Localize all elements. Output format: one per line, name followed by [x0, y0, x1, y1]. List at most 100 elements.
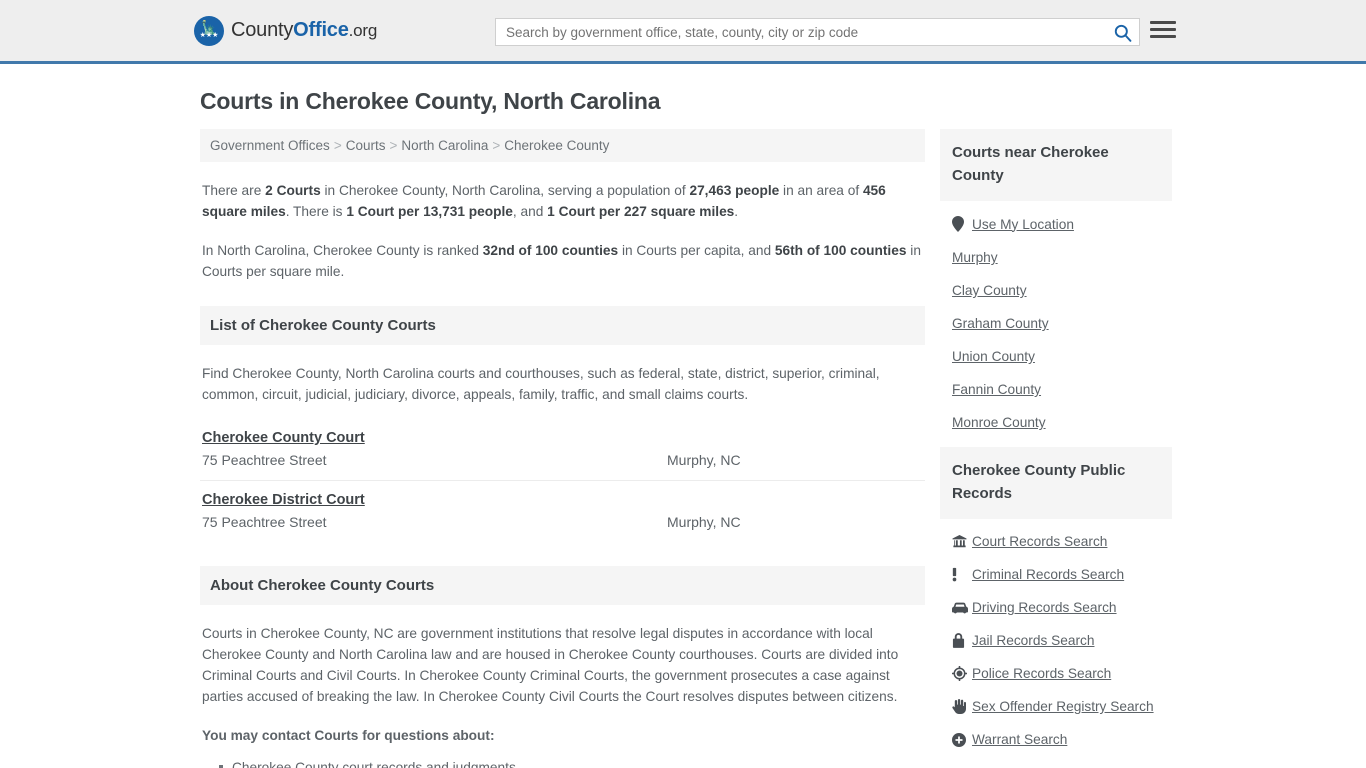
about-paragraph: Courts in Cherokee County, NC are govern… — [202, 626, 899, 704]
intro-paragraph-1: There are 2 Courts in Cherokee County, N… — [202, 180, 923, 222]
exclamation-icon — [952, 567, 972, 582]
contact-item-list: Cherokee County court records and judgme… — [202, 756, 923, 768]
public-record-link[interactable]: Police Records Search — [972, 666, 1111, 681]
public-record-row[interactable]: Court Records Search — [952, 525, 1160, 558]
court-address: 75 Peachtree Street — [202, 514, 327, 530]
main-column: Government Offices > Courts > North Carolina… — [200, 129, 925, 768]
public-record-row[interactable]: Criminal Records Search — [952, 558, 1160, 591]
public-record-link[interactable]: Driving Records Search — [972, 600, 1117, 615]
breadcrumb-item-0[interactable]: Government Offices — [210, 138, 330, 153]
nearby-court-row[interactable]: Murphy — [952, 241, 1160, 274]
hamburger-bar — [1150, 35, 1176, 38]
body-text: in an area of — [779, 183, 863, 198]
nearby-court-row[interactable]: Clay County — [952, 274, 1160, 307]
nearby-court-row[interactable]: Graham County — [952, 307, 1160, 340]
public-record-link[interactable]: Criminal Records Search — [972, 567, 1124, 582]
court-name-link[interactable]: Cherokee County Court — [202, 430, 365, 446]
nearby-court-row[interactable]: Monroe County — [952, 406, 1160, 439]
emphasis-text: 27,463 people — [689, 183, 780, 198]
crosshair-badge-icon — [952, 666, 972, 681]
logo-wordmark: CountyOffice.org — [231, 19, 377, 42]
map-pin-icon — [952, 216, 972, 232]
hamburger-menu-icon[interactable] — [1150, 21, 1176, 38]
list-section-description: Find Cherokee County, North Carolina cou… — [202, 366, 880, 402]
nearby-court-row[interactable]: Fannin County — [952, 373, 1160, 406]
body-text: . There is — [285, 204, 347, 219]
bank-building-icon — [952, 534, 972, 549]
breadcrumb-item-2[interactable]: North Carolina — [401, 138, 488, 153]
nearby-court-row[interactable]: Union County — [952, 340, 1160, 373]
nearby-courts-card: Courts near Cherokee County Use My Locat… — [940, 129, 1172, 439]
emphasis-text: 32nd of 100 counties — [482, 243, 619, 258]
intro-block: There are 2 Courts in Cherokee County, N… — [200, 180, 925, 282]
body-text: In North Carolina, Cherokee County is ra… — [202, 243, 483, 258]
nearby-court-row[interactable]: Use My Location — [952, 207, 1160, 241]
court-name-link[interactable]: Cherokee District Court — [202, 492, 365, 508]
hand-icon — [952, 699, 972, 714]
page-title: Courts in Cherokee County, North Carolin… — [200, 88, 661, 114]
court-row: Cherokee County Court 75 Peachtree Street… — [200, 419, 925, 481]
public-records-links: Court Records Search Criminal Records Sea… — [940, 519, 1172, 756]
nearby-court-link[interactable]: Murphy — [952, 250, 998, 265]
contact-list-item: Cherokee County court records and judgme… — [219, 756, 923, 768]
about-section-heading: About Cherokee County Courts — [200, 566, 925, 605]
court-list: Cherokee County Court 75 Peachtree Street… — [200, 419, 925, 542]
nearby-court-link[interactable]: Use My Location — [972, 217, 1074, 232]
nearby-courts-heading: Courts near Cherokee County — [940, 129, 1172, 201]
contact-heading: You may contact Courts for questions abo… — [202, 728, 495, 743]
content-area: Government Offices > Courts > North Carolina… — [200, 129, 1172, 768]
court-meta: 75 Peachtree Street Murphy, NC — [202, 452, 923, 468]
public-record-row[interactable]: Warrant Search — [952, 723, 1160, 756]
nearby-court-link[interactable]: Clay County — [952, 283, 1027, 298]
logo-text-office: Office — [293, 19, 349, 41]
public-record-link[interactable]: Jail Records Search — [972, 633, 1094, 648]
nearby-court-link[interactable]: Graham County — [952, 316, 1049, 331]
site-logo[interactable]: 🗽 ★★★ CountyOffice.org — [194, 15, 377, 46]
about-section-body: Courts in Cherokee County, NC are govern… — [200, 623, 925, 768]
court-meta: 75 Peachtree Street Murphy, NC — [202, 514, 923, 530]
public-record-row[interactable]: Jail Records Search — [952, 624, 1160, 657]
logo-text-county: County — [231, 19, 294, 41]
public-records-heading: Cherokee County Public Records — [940, 447, 1172, 519]
hamburger-bar — [1150, 21, 1176, 24]
court-city-state: Murphy, NC — [667, 514, 741, 530]
body-text: , and — [512, 204, 548, 219]
search-icon — [1114, 24, 1131, 42]
court-city-state: Murphy, NC — [667, 452, 741, 468]
search-button[interactable] — [1105, 19, 1139, 45]
body-text: in Courts per capita, and — [618, 243, 775, 258]
intro-paragraph-2: In North Carolina, Cherokee County is ra… — [202, 240, 923, 282]
eagle-seal-icon: 🗽 ★★★ — [194, 15, 224, 46]
lock-icon — [952, 633, 972, 648]
breadcrumb-separator: > — [333, 138, 342, 153]
emphasis-text: 1 Court per 13,731 people — [346, 204, 513, 219]
list-section-body: Find Cherokee County, North Carolina cou… — [200, 363, 925, 405]
public-record-link[interactable]: Sex Offender Registry Search — [972, 699, 1154, 714]
hamburger-bar — [1150, 28, 1176, 31]
emphasis-text: 56th of 100 counties — [774, 243, 907, 258]
nearby-court-link[interactable]: Monroe County — [952, 415, 1046, 430]
search-input[interactable] — [496, 24, 1105, 40]
public-record-row[interactable]: Police Records Search — [952, 657, 1160, 690]
sidebar: Courts near Cherokee County Use My Locat… — [940, 129, 1172, 764]
nearby-court-link[interactable]: Fannin County — [952, 382, 1041, 397]
breadcrumb-item-3[interactable]: Cherokee County — [504, 138, 609, 153]
nearby-court-link[interactable]: Union County — [952, 349, 1035, 364]
nearby-courts-links: Use My Location Murphy Clay County Graham C… — [940, 201, 1172, 439]
page-container: Courts in Cherokee County, North Carolin… — [0, 88, 1366, 768]
plus-circle-icon — [952, 732, 972, 747]
public-record-row[interactable]: Driving Records Search — [952, 591, 1160, 624]
court-row: Cherokee District Court 75 Peachtree Stre… — [200, 481, 925, 542]
court-address: 75 Peachtree Street — [202, 452, 327, 468]
car-icon — [952, 602, 972, 614]
breadcrumb-item-1[interactable]: Courts — [346, 138, 386, 153]
public-record-link[interactable]: Warrant Search — [972, 732, 1067, 747]
site-header: 🗽 ★★★ CountyOffice.org — [0, 0, 1366, 64]
emphasis-text: 1 Court per 227 square miles — [547, 204, 735, 219]
logo-text-org: .org — [348, 21, 378, 40]
emphasis-text: 2 Courts — [265, 183, 321, 198]
list-section-heading: List of Cherokee County Courts — [200, 306, 925, 345]
public-record-row[interactable]: Sex Offender Registry Search — [952, 690, 1160, 723]
public-record-link[interactable]: Court Records Search — [972, 534, 1107, 549]
breadcrumb-separator: > — [389, 138, 398, 153]
